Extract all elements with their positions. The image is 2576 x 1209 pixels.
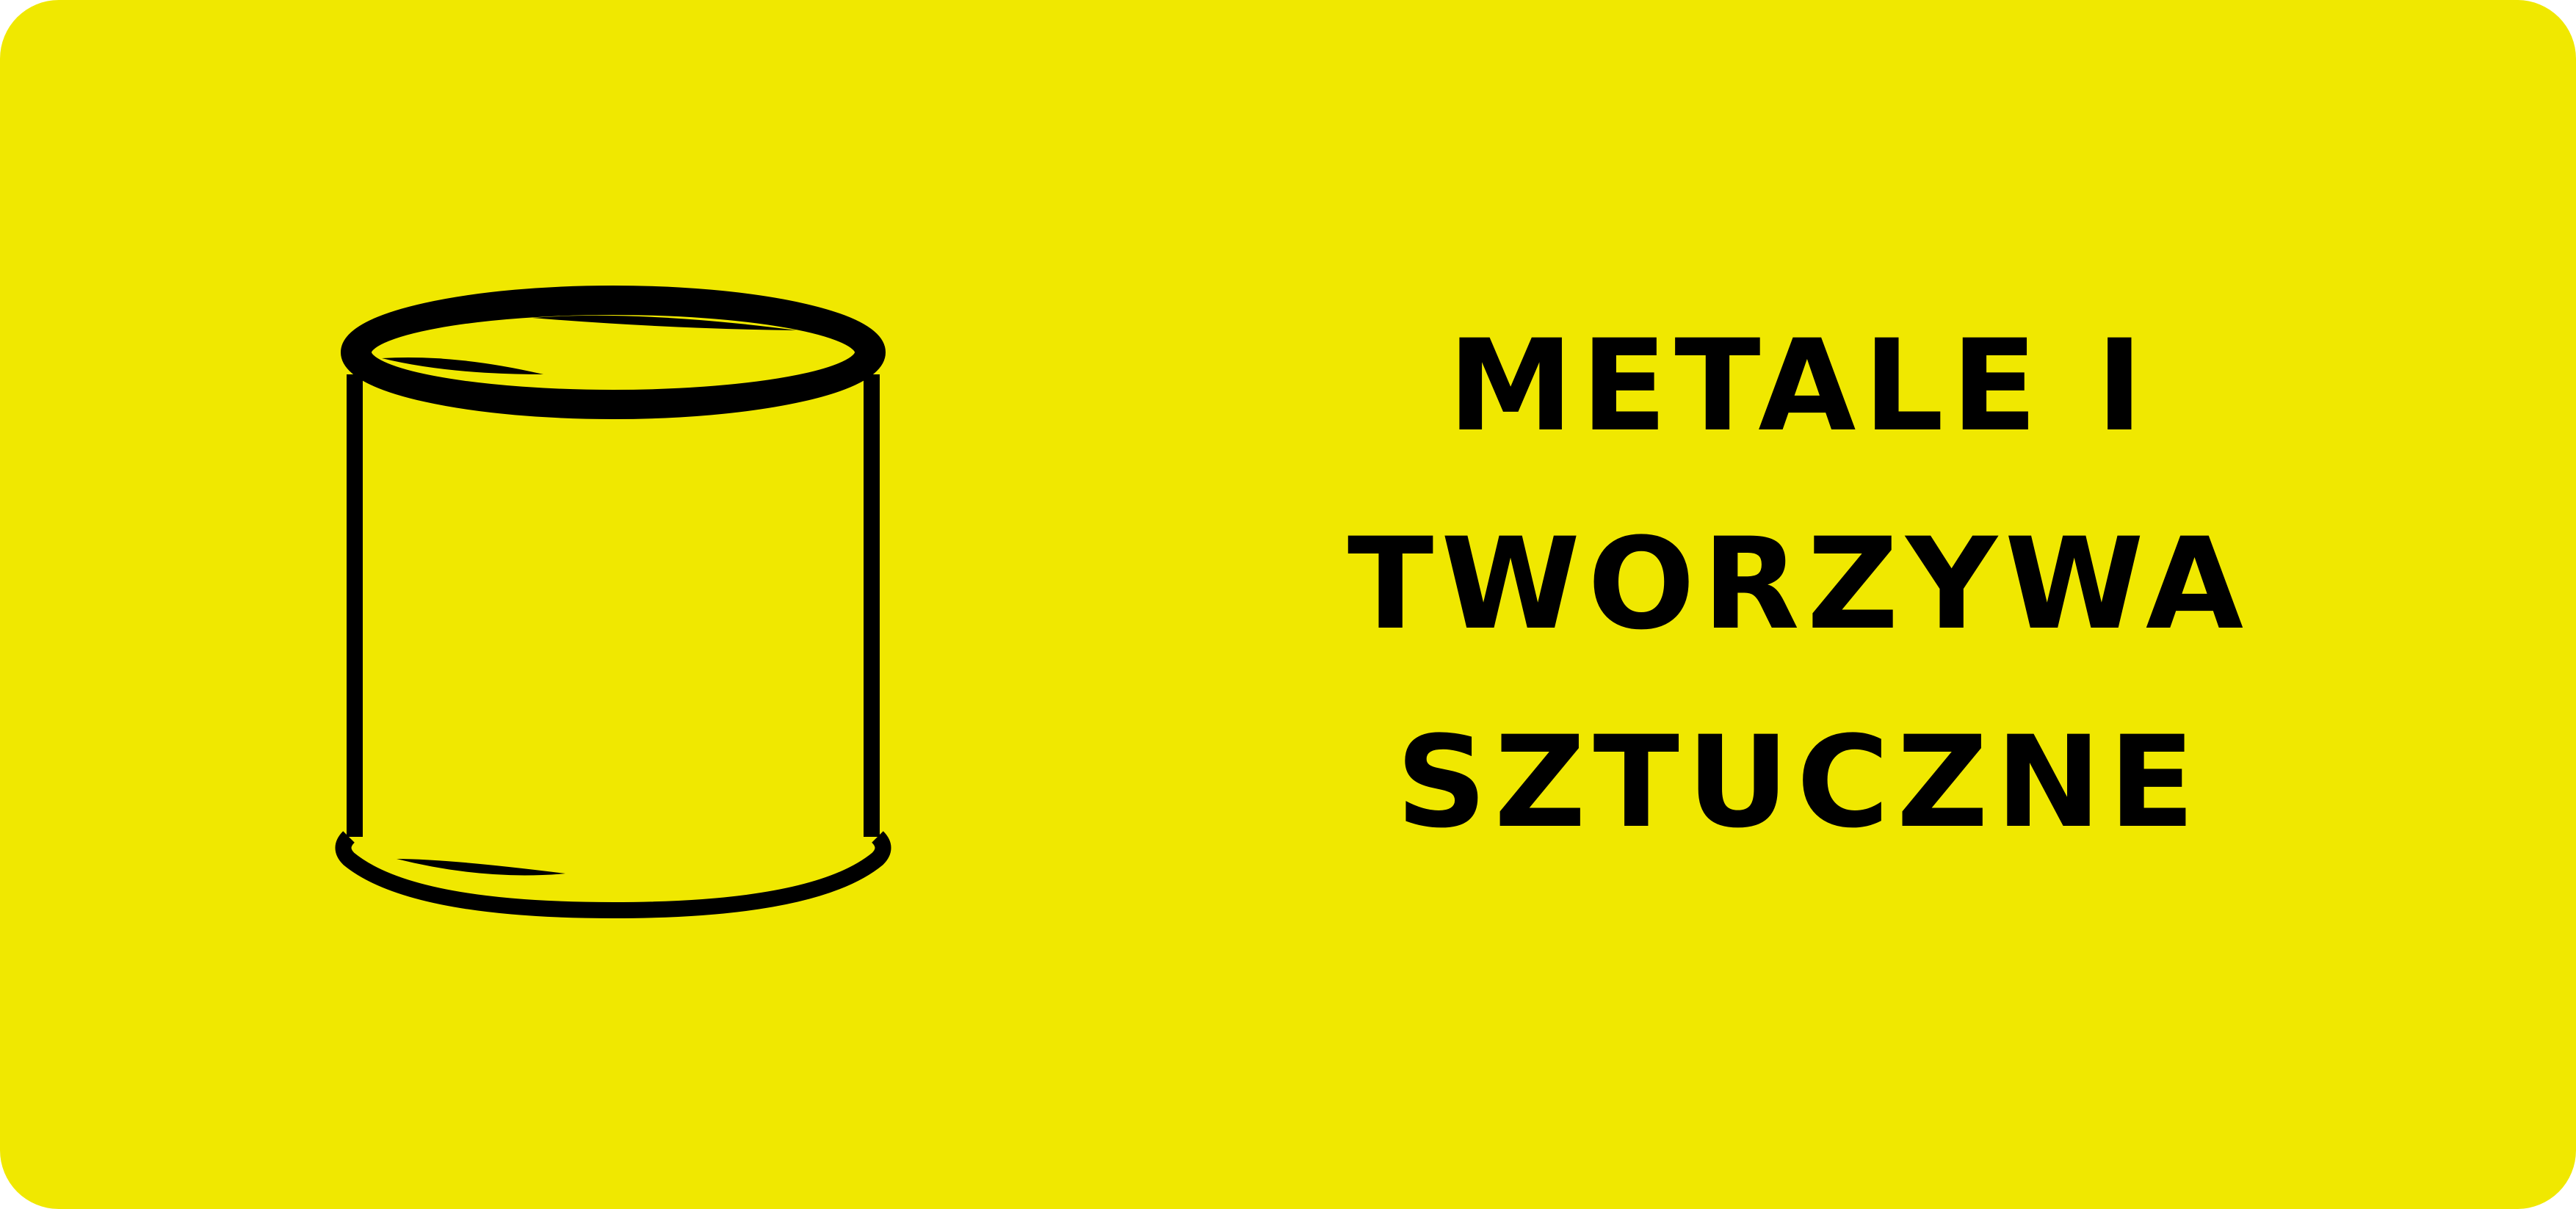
title-line-3: SZTUCZNE — [1396, 708, 2202, 856]
tin-can-icon — [335, 286, 891, 919]
label-title: METALE I TWORZYWA SZTUCZNE — [1278, 323, 2320, 866]
recycling-label: METALE I TWORZYWA SZTUCZNE — [0, 0, 2576, 1209]
title-line-2: TWORZYWA — [1347, 510, 2251, 658]
title-line-1: METALE I — [1447, 312, 2151, 460]
